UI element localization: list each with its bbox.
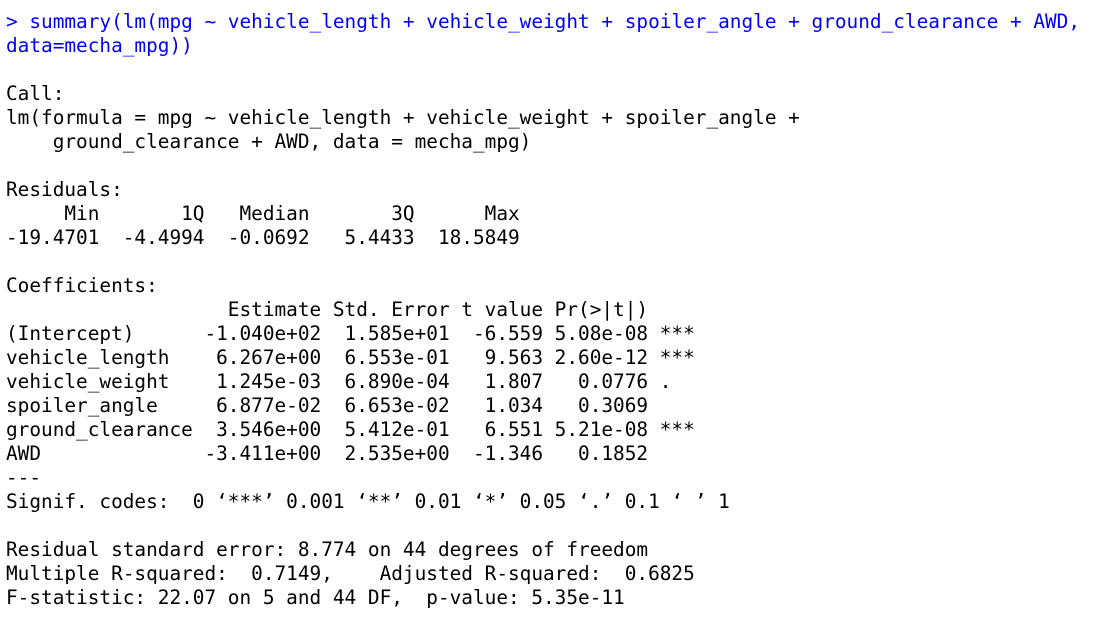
coefficient-row: spoiler_angle 6.877e-02 6.653e-02 1.034 …	[6, 394, 695, 417]
f-statistic-line: F-statistic: 22.07 on 5 and 44 DF, p-val…	[6, 586, 625, 609]
residual-standard-error: Residual standard error: 8.774 on 44 deg…	[6, 538, 649, 561]
coefficient-row: vehicle_length 6.267e+00 6.553e-01 9.563…	[6, 346, 695, 369]
coefficients-header: Coefficients:	[6, 274, 158, 297]
coefficient-row: AWD -3.411e+00 2.535e+00 -1.346 0.1852	[6, 442, 695, 465]
command-line-continuation: data=mecha_mpg))	[6, 34, 193, 57]
residuals-values: -19.4701 -4.4994 -0.0692 5.4433 18.5849	[6, 226, 532, 249]
coefficient-row: vehicle_weight 1.245e-03 6.890e-04 1.807…	[6, 370, 695, 393]
r-squared-line: Multiple R-squared: 0.7149, Adjusted R-s…	[6, 562, 707, 585]
command-line: > summary(lm(mpg ~ vehicle_length + vehi…	[6, 10, 1081, 33]
coefficient-row: ground_clearance 3.546e+00 5.412e-01 6.5…	[6, 418, 695, 441]
signif-codes-legend: Signif. codes: 0 ‘***’ 0.001 ‘**’ 0.01 ‘…	[6, 490, 730, 513]
call-header: Call:	[6, 82, 65, 105]
separator-line: ---	[6, 466, 42, 489]
coefficient-row: (Intercept) -1.040e+02 1.585e+01 -6.559 …	[6, 322, 695, 345]
coefficients-column-header: Estimate Std. Error t value Pr(>|t|)	[6, 298, 695, 321]
call-formula-line: ground_clearance + AWD, data = mecha_mpg…	[6, 130, 532, 153]
residuals-labels: Min 1Q Median 3Q Max	[6, 202, 532, 225]
call-formula-line: lm(formula = mpg ~ vehicle_length + vehi…	[6, 106, 800, 129]
r-console-output: > summary(lm(mpg ~ vehicle_length + vehi…	[0, 0, 1114, 625]
residuals-header: Residuals:	[6, 178, 123, 201]
